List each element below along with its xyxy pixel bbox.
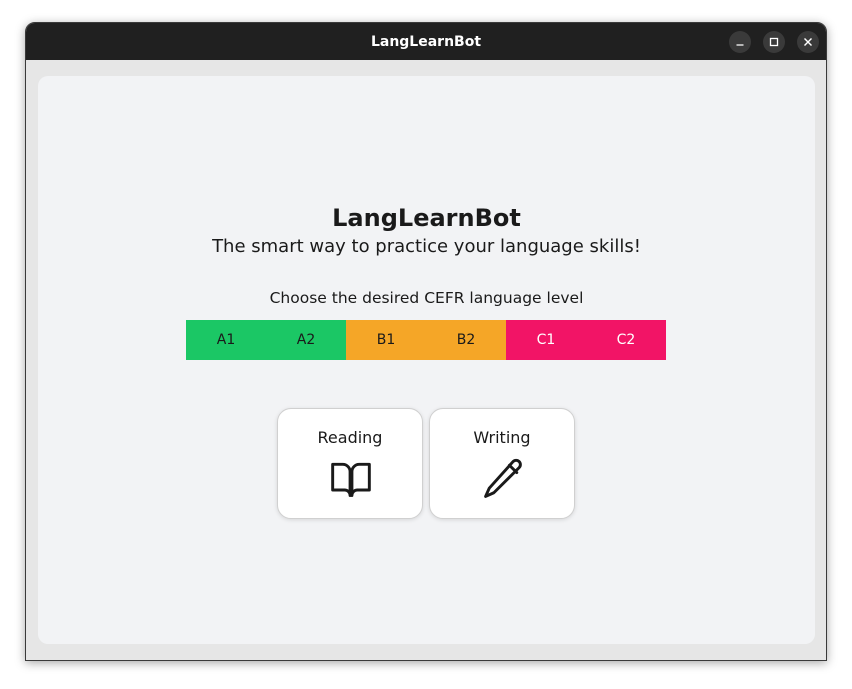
app-subtitle: The smart way to practice your language … [212, 236, 641, 257]
level-button-c1[interactable]: C1 [506, 320, 586, 360]
reading-mode-button[interactable]: Reading [277, 408, 423, 519]
close-button[interactable] [797, 31, 819, 53]
minimize-button[interactable] [729, 31, 751, 53]
window-title: LangLearnBot [370, 33, 482, 50]
title-bar[interactable]: LangLearnBot [26, 23, 826, 60]
level-button-a2[interactable]: A2 [266, 320, 346, 360]
level-button-c2[interactable]: C2 [586, 320, 666, 360]
writing-mode-label: Writing [473, 428, 531, 447]
main-content: LangLearnBot The smart way to practice y… [38, 76, 815, 644]
pencil-icon [484, 458, 522, 498]
app-title: LangLearnBot [332, 204, 521, 232]
minimize-icon [736, 44, 744, 46]
maximize-button[interactable] [763, 31, 785, 53]
book-icon [331, 462, 371, 497]
maximize-icon [769, 37, 779, 47]
writing-mode-button[interactable]: Writing [429, 408, 575, 519]
reading-mode-label: Reading [317, 428, 383, 447]
level-button-b2[interactable]: B2 [426, 320, 506, 360]
level-button-b1[interactable]: B1 [346, 320, 426, 360]
level-selector-label: Choose the desired CEFR language level [269, 289, 584, 307]
app-window: LangLearnBot LangLearnBot The smart way … [25, 22, 827, 661]
level-selector: A1 A2 B1 B2 C1 C2 [186, 320, 666, 360]
window-controls [729, 31, 819, 53]
close-icon [804, 38, 812, 46]
level-button-a1[interactable]: A1 [186, 320, 266, 360]
